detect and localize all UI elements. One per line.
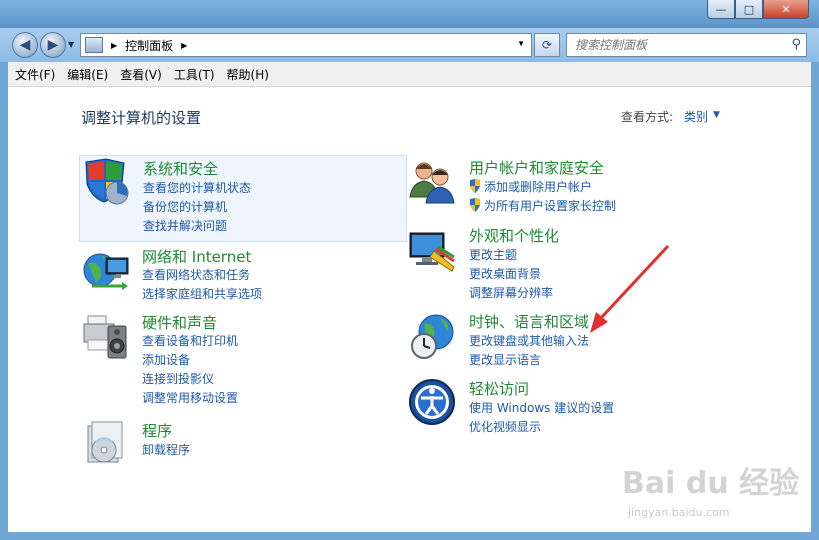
watermark-url: jingyan.baidu.com (628, 506, 730, 519)
watermark-logo: Bai du 经验 (622, 458, 799, 502)
watermark-text: Bai du 经验 (622, 466, 800, 501)
control-panel-window: — □ ✕ ◀ ▶ ▼ ▶ 控制面板 ▶ ▼ ⟳ ⚲ 文件(F) 编辑(E) 查… (0, 0, 819, 540)
